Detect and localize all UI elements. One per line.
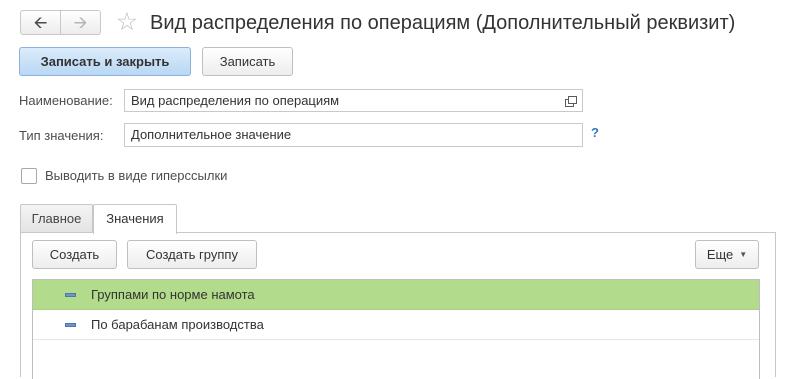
item-marker-icon [65, 323, 76, 327]
open-button[interactable] [559, 89, 583, 112]
create-group-button[interactable]: Создать группу [127, 240, 257, 269]
arrow-right-icon: 🡪 [73, 13, 88, 32]
chevron-down-icon: ▼ [739, 250, 748, 260]
type-label: Тип значения: [19, 128, 104, 143]
list-item-label: Группами по норме намота [91, 287, 255, 302]
more-button[interactable]: Еще ▼ [695, 240, 759, 269]
tab-values[interactable]: Значения [93, 204, 177, 234]
save-button[interactable]: Записать [202, 47, 293, 76]
save-and-close-button[interactable]: Записать и закрыть [19, 47, 191, 76]
navigation-buttons: 🡨 🡪 [20, 10, 101, 35]
open-window-icon [565, 95, 577, 107]
type-field[interactable]: Дополнительное значение [124, 123, 583, 147]
name-label: Наименование: [19, 93, 113, 108]
item-marker-icon [65, 293, 76, 297]
star-icon[interactable]: ☆ [113, 8, 141, 36]
arrow-left-icon: 🡨 [33, 13, 48, 32]
name-field[interactable]: Вид распределения по операциям [124, 89, 560, 112]
hyperlink-label[interactable]: Выводить в виде гиперссылки [45, 168, 227, 183]
hyperlink-checkbox[interactable] [21, 168, 37, 184]
more-label: Еще [706, 247, 734, 262]
list-item[interactable]: Группами по норме намота [33, 280, 759, 310]
values-list: Группами по норме намота По барабанам пр… [32, 279, 760, 379]
list-item-label: По барабанам производства [91, 317, 264, 332]
tab-main[interactable]: Главное [20, 204, 93, 233]
create-button[interactable]: Создать [32, 240, 117, 269]
forward-button[interactable]: 🡪 [61, 11, 100, 34]
page-title: Вид распределения по операциям (Дополнит… [150, 12, 736, 34]
back-button[interactable]: 🡨 [21, 11, 60, 34]
help-link[interactable]: ? [591, 125, 599, 140]
list-item[interactable]: По барабанам производства [33, 310, 759, 340]
